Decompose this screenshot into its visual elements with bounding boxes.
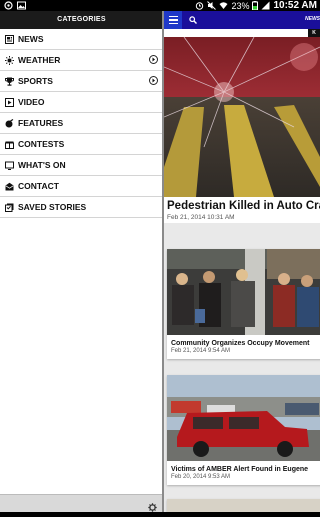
clock: 10:52 AM bbox=[273, 0, 317, 11]
story-card[interactable]: Victims of AMBER Alert Found in Eugene F… bbox=[167, 375, 320, 485]
drawer-item-label: WEATHER bbox=[18, 55, 61, 65]
headline-title: Pedestrian Killed in Auto Cra bbox=[167, 200, 320, 212]
menu-icon-line bbox=[168, 22, 178, 25]
story-date: Feb 21, 2014 9:54 AM bbox=[171, 348, 231, 354]
tv-icon bbox=[5, 161, 14, 170]
main-content: NEWS K Pedestrian Killed in Auto Cra Feb… bbox=[164, 11, 320, 512]
story-title: Victims of AMBER Alert Found in Eugene bbox=[171, 466, 309, 473]
signal-icon bbox=[261, 1, 270, 10]
status-bar: 23% 10:52 AM bbox=[0, 0, 320, 11]
drawer-item-contests[interactable]: CONTESTS bbox=[0, 134, 163, 155]
battery-percent: 23% bbox=[231, 0, 250, 11]
mute-icon bbox=[207, 1, 217, 10]
drawer-item-label: SPORTS bbox=[18, 76, 53, 86]
drawer-item-label: CONTESTS bbox=[18, 139, 65, 149]
video-icon bbox=[5, 97, 14, 107]
drawer-item-video[interactable]: VIDEO bbox=[0, 92, 163, 113]
news-icon bbox=[5, 34, 14, 44]
drawer-item-weather[interactable]: WEATHER bbox=[0, 50, 163, 71]
menu-button[interactable] bbox=[164, 11, 182, 29]
chevron-right-icon[interactable] bbox=[149, 76, 158, 85]
alarm-icon bbox=[195, 1, 204, 10]
drawer-item-label: NEWS bbox=[18, 34, 44, 44]
menu-icon-line bbox=[168, 15, 178, 18]
trophy-icon bbox=[5, 77, 14, 86]
drawer-item-label: WHAT'S ON bbox=[18, 160, 66, 170]
section-bar: K bbox=[164, 29, 320, 37]
hero-image[interactable] bbox=[164, 37, 320, 197]
battery-icon bbox=[252, 1, 259, 10]
contests-icon bbox=[5, 140, 14, 149]
drawer-item-sports[interactable]: SPORTS bbox=[0, 71, 163, 92]
drawer-header: CATEGORIES bbox=[0, 11, 163, 29]
story-image bbox=[167, 375, 320, 461]
drawer-item-whats-on[interactable]: WHAT'S ON bbox=[0, 155, 163, 176]
app-toolbar: NEWS bbox=[164, 11, 320, 29]
search-icon bbox=[189, 16, 197, 24]
location-icon bbox=[4, 1, 13, 10]
headline-date: Feb 21, 2014 10:31 AM bbox=[167, 214, 235, 221]
headline-card[interactable]: Pedestrian Killed in Auto Cra Feb 21, 20… bbox=[164, 197, 320, 223]
section-tag: K bbox=[308, 29, 320, 37]
image-icon bbox=[17, 1, 26, 10]
story-card[interactable] bbox=[167, 499, 320, 512]
wifi-icon bbox=[219, 1, 228, 10]
chevron-right-icon[interactable] bbox=[149, 55, 158, 64]
drawer-item-contact[interactable]: CONTACT bbox=[0, 176, 163, 197]
drawer-item-news[interactable]: NEWS bbox=[0, 29, 163, 50]
drawer-item-label: FEATURES bbox=[18, 118, 64, 128]
drawer-item-label: CONTACT bbox=[18, 181, 59, 191]
story-title: Community Organizes Occupy Movement bbox=[171, 340, 310, 347]
saved-icon bbox=[5, 203, 14, 212]
menu-icon-line bbox=[168, 19, 178, 21]
weather-icon bbox=[5, 55, 14, 65]
drawer-item-label: SAVED STORIES bbox=[18, 202, 87, 212]
settings-icon[interactable] bbox=[148, 499, 157, 512]
category-drawer: CATEGORIES NEWS WEATHER SPORTS VIDEO FEA… bbox=[0, 11, 163, 512]
mail-icon bbox=[5, 182, 14, 191]
story-card[interactable]: Community Organizes Occupy Movement Feb … bbox=[167, 249, 320, 359]
station-logo: NEWS bbox=[305, 16, 320, 22]
drawer-item-features[interactable]: FEATURES bbox=[0, 113, 163, 134]
drawer-item-saved-stories[interactable]: SAVED STORIES bbox=[0, 197, 163, 218]
story-image bbox=[167, 249, 320, 335]
drawer-item-label: VIDEO bbox=[18, 97, 45, 107]
drawer-footer bbox=[0, 494, 163, 512]
story-date: Feb 20, 2014 9:53 AM bbox=[171, 474, 231, 480]
hero-photo bbox=[164, 37, 320, 197]
features-icon bbox=[5, 118, 14, 128]
search-button[interactable] bbox=[184, 11, 202, 29]
